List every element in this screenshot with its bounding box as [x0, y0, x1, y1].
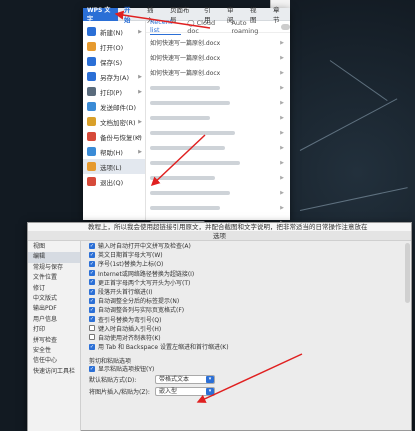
- annotation-arrows: [114, 10, 303, 403]
- annotation-arrow: [150, 134, 206, 187]
- annotation-arrow: [196, 353, 303, 403]
- annotation-arrow: [114, 10, 211, 29]
